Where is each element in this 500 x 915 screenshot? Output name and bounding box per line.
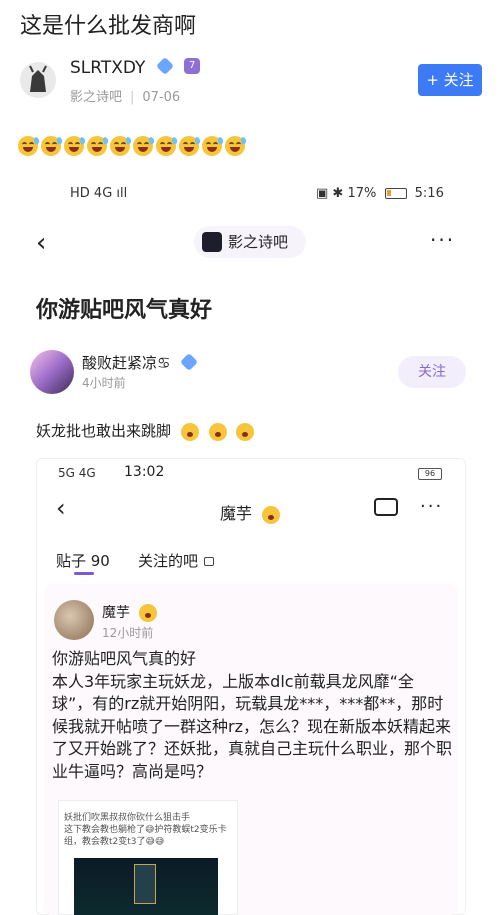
more-dots-icon: ··· [430,228,456,252]
inner-status-time: 13:02 [124,464,165,480]
forum-name[interactable]: 影之诗吧 [70,90,122,105]
author-name: 酸败赶紧凉♋ [82,352,199,373]
author-name-text: 酸败赶紧凉♋ [82,354,171,372]
grinning-sweat-emoji-icon [202,136,225,156]
battery-percent: 17% [347,186,377,201]
follow-button[interactable]: + 关注 [418,64,482,96]
astonished-face-icon [236,422,255,441]
inner-back-chevron-icon: ‹ [56,494,66,522]
screenshot-post-title: 你游贴吧风气真好 [36,298,213,323]
post-body-text: 妖龙批也敢出来跳脚 [36,422,172,440]
tab-active-indicator [74,572,94,575]
card-time: 12小时前 [102,626,154,640]
inner-profile-title-text: 魔芋 [220,504,253,523]
screenshot-post-body: 妖龙批也敢出来跳脚 [36,420,255,441]
inner-profile-title: 魔芋 [220,500,281,524]
post-title: 这是什么批发商啊 [20,14,197,39]
tab-followed-forums: 关注的吧 [138,550,215,571]
card-author-text: 魔芋 [102,605,130,621]
quoted-post-text: 妖批们吹黑叔叔你砍什么狙击手 这下教会教也躺枪了😅护符教蜈t2变乐卡组，教会教t… [64,813,227,847]
grinning-sweat-emoji-icon [156,136,179,156]
status-time: 5:16 [414,186,444,201]
sad-face-icon [262,505,281,524]
inner-more-dots-icon: ··· [420,496,444,517]
game-card-art [134,864,156,904]
author-avatar [30,350,74,394]
post-date: 07-06 [142,90,181,105]
tab-posts: 贴子 90 [56,552,110,570]
avatar[interactable] [20,62,56,98]
poster-name-text: SLRTXDY [70,58,146,78]
card-body: 你游贴吧风气真的好 本人3年玩家主玩妖龙，上版本dlc前载具龙风靡“全球”，有的… [52,649,453,781]
tab-followed-forums-label: 关注的吧 [138,552,199,570]
mail-icon [374,498,398,516]
back-chevron-icon: ‹ [36,228,47,258]
post-meta: 影之诗吧 | 07-06 [70,90,181,105]
diamond-badge-icon [180,352,199,371]
inner-battery-icon: 96 [418,468,442,480]
card-author: 魔芋 [102,602,158,622]
diamond-badge-icon [155,56,174,76]
grinning-sweat-emoji-icon [225,136,248,156]
grinning-sweat-emoji-icon [87,136,110,156]
battery-icon [384,188,407,199]
author-follow-button: 关注 [398,356,466,388]
inner-status-left: 5G 4G [58,466,96,480]
lock-icon [204,557,215,566]
avatar-image [20,62,56,98]
grinning-sweat-emoji-icon [110,136,133,156]
grinning-sweat-emoji-icon [41,136,64,156]
grinning-sweat-emoji-icon [179,136,202,156]
grinning-sweat-emoji-icon [18,136,41,156]
forum-logo-icon [202,232,222,252]
card-avatar [54,600,94,640]
astonished-face-icon [208,422,227,441]
sad-face-icon [139,604,158,622]
emoji-row [18,136,248,161]
grinning-sweat-emoji-icon [133,136,156,156]
status-bar-left: HD 4G ıll [70,186,128,201]
nfc-bluetooth-icon: ▣ ✱ [316,186,344,201]
astonished-face-icon [180,422,199,441]
poster-name[interactable]: SLRTXDY 7 [70,56,201,78]
status-bar-right: ▣ ✱ 17% 5:16 [316,186,444,201]
author-time: 4小时前 [82,376,126,390]
grinning-sweat-emoji-icon [64,136,87,156]
level-badge-icon: 7 [184,58,201,74]
